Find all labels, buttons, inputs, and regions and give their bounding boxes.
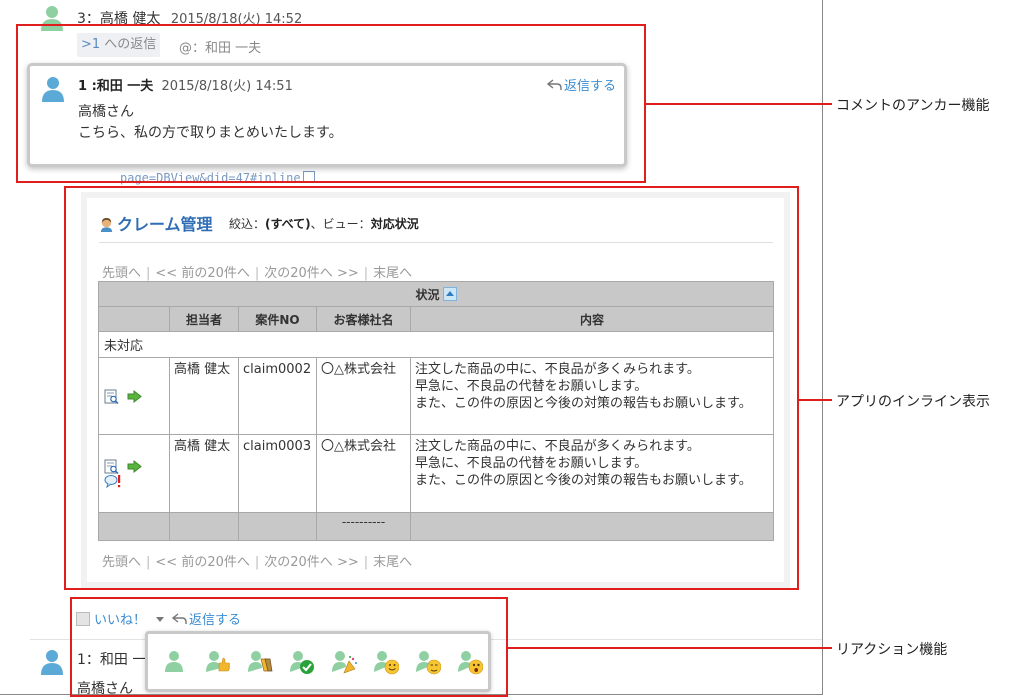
reaction-leader-line <box>506 647 832 649</box>
user-avatar-icon <box>40 649 64 675</box>
inline-leader-line <box>797 399 832 401</box>
anchor-leader-line <box>644 103 832 105</box>
reaction-callout: リアクション機能 <box>836 642 948 658</box>
inline-callout: アプリのインライン表示 <box>836 394 990 410</box>
anchor-callout: コメントのアンカー機能 <box>836 98 990 114</box>
inline-highlight-box <box>64 186 799 590</box>
reaction-highlight-box <box>70 597 508 697</box>
anchor-highlight-box <box>16 24 646 183</box>
